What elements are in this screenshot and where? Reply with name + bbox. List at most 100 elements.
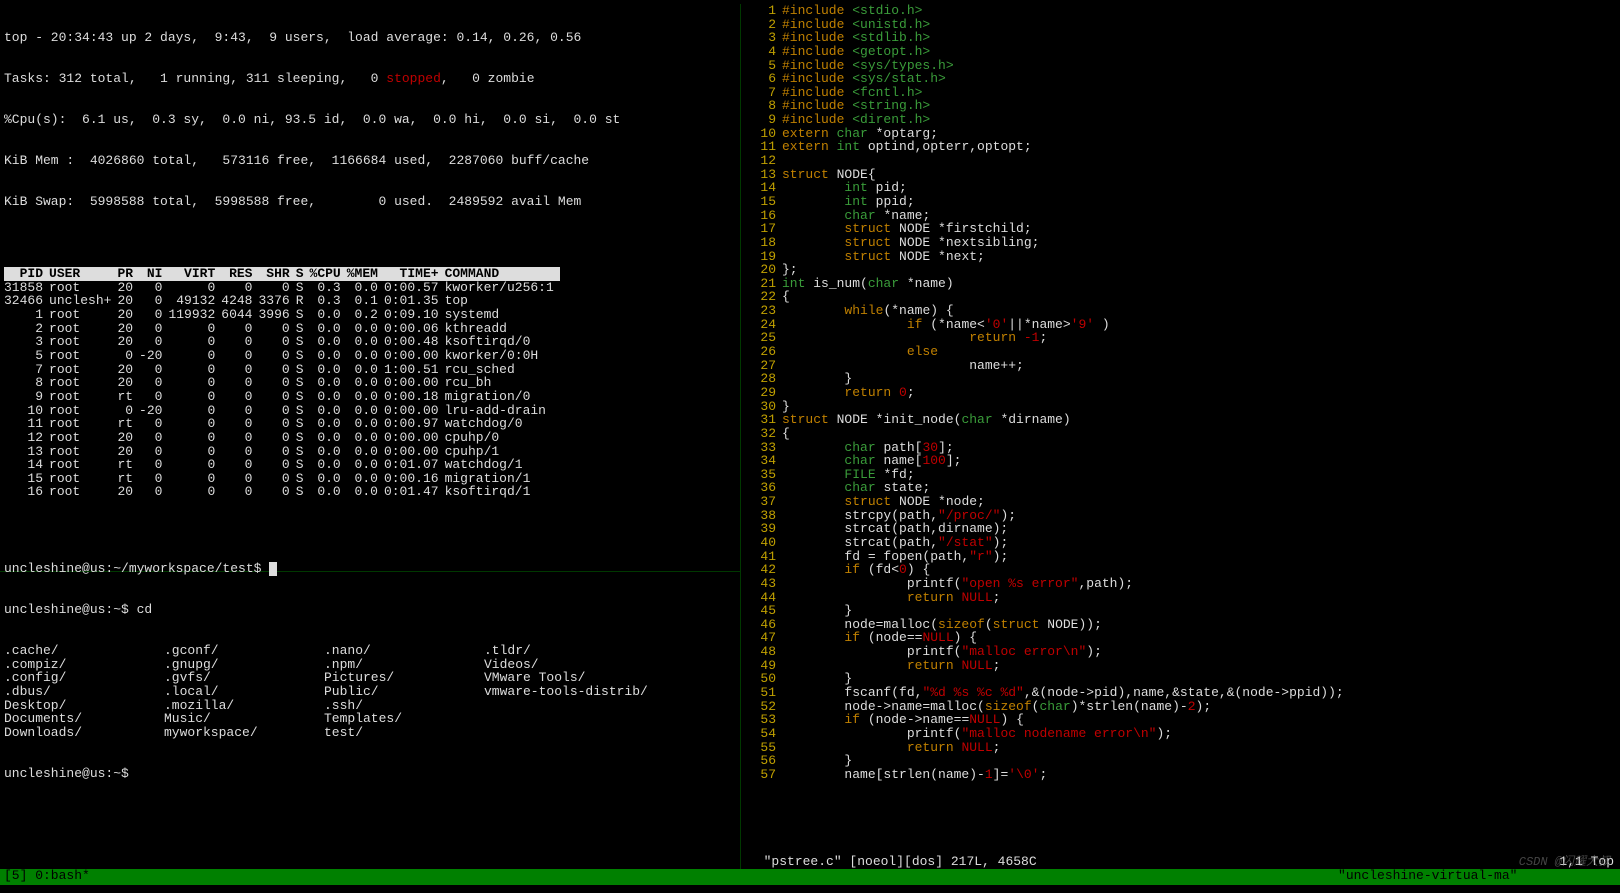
line-number: 5 xyxy=(748,59,776,73)
top-summary-line: KiB Mem : 4026860 total, 573116 free, 11… xyxy=(4,154,740,168)
code-line: 44 return NULL; xyxy=(748,591,1616,605)
line-number: 2 xyxy=(748,18,776,32)
code-line: 25 return -1; xyxy=(748,331,1616,345)
dir-entry: .nano/ xyxy=(324,644,484,658)
top-process-row: 3root200000S0.00.00:00.48ksoftirqd/0 xyxy=(4,335,560,349)
code-line: 13struct NODE{ xyxy=(748,168,1616,182)
line-number: 22 xyxy=(748,290,776,304)
line-number: 26 xyxy=(748,345,776,359)
line-number: 13 xyxy=(748,168,776,182)
line-number: 34 xyxy=(748,454,776,468)
code-line: 32{ xyxy=(748,427,1616,441)
top-process-row: 7root200000S0.00.01:00.51rcu_sched xyxy=(4,363,560,377)
dir-entry: Music/ xyxy=(164,712,324,726)
pane-shell[interactable]: uncleshine@us:~$ cd .cache/.gconf/.nano/… xyxy=(4,576,740,794)
code-line: 20}; xyxy=(748,263,1616,277)
code-line: 41 fd = fopen(path,"r"); xyxy=(748,550,1616,564)
code-line: 7#include <fcntl.h> xyxy=(748,86,1616,100)
line-number: 21 xyxy=(748,277,776,291)
code-line: 5#include <sys/types.h> xyxy=(748,59,1616,73)
line-number: 50 xyxy=(748,672,776,686)
code-line: 54 printf("malloc nodename error\n"); xyxy=(748,727,1616,741)
dir-entry: Pictures/ xyxy=(324,671,484,685)
top-process-row: 32466unclesh+2004913242483376R0.30.10:01… xyxy=(4,294,560,308)
line-number: 28 xyxy=(748,372,776,386)
dir-entry: .gvfs/ xyxy=(164,671,324,685)
code-line: 47 if (node==NULL) { xyxy=(748,631,1616,645)
line-number: 57 xyxy=(748,768,776,782)
line-number: 49 xyxy=(748,659,776,673)
code-line: 46 node=malloc(sizeof(struct NODE)); xyxy=(748,618,1616,632)
shell-prompt[interactable]: uncleshine@us:~/myworkspace/test$ xyxy=(4,562,740,576)
line-number: 48 xyxy=(748,645,776,659)
top-process-row: 13root200000S0.00.00:00.00cpuhp/1 xyxy=(4,445,560,459)
vim-status-line: "pstree.c" [noeol][dos] 217L, 4658C xyxy=(748,842,1616,869)
code-line: 37 struct NODE *node; xyxy=(748,495,1616,509)
code-line: 55 return NULL; xyxy=(748,741,1616,755)
line-number: 35 xyxy=(748,468,776,482)
pane-vim-editor[interactable]: 1#include <stdio.h>2#include <unistd.h>3… xyxy=(748,4,1616,782)
line-number: 1 xyxy=(748,4,776,18)
top-summary-line: Tasks: 312 total, 1 running, 311 sleepin… xyxy=(4,72,740,86)
code-line: 15 int ppid; xyxy=(748,195,1616,209)
code-line: 40 strcat(path,"/stat"); xyxy=(748,536,1616,550)
top-summary-line: top - 20:34:43 up 2 days, 9:43, 9 users,… xyxy=(4,31,740,45)
dir-entry: test/ xyxy=(324,726,484,740)
dir-entry: .mozilla/ xyxy=(164,699,324,713)
line-number: 47 xyxy=(748,631,776,645)
top-process-row: 14rootrt0000S0.00.00:01.07watchdog/1 xyxy=(4,458,560,472)
line-number: 20 xyxy=(748,263,776,277)
top-process-table: PIDUSERPRNIVIRTRESSHRS%CPU%MEMTIME+COMMA… xyxy=(4,267,560,499)
code-line: 36 char state; xyxy=(748,481,1616,495)
code-line: 30} xyxy=(748,400,1616,414)
top-process-row: 16root200000S0.00.00:01.47ksoftirqd/1 xyxy=(4,485,560,499)
top-process-row: 8root200000S0.00.00:00.00rcu_bh xyxy=(4,376,560,390)
shell-prompt[interactable]: uncleshine@us:~$ xyxy=(4,767,740,781)
top-summary-line: %Cpu(s): 6.1 us, 0.3 sy, 0.0 ni, 93.5 id… xyxy=(4,113,740,127)
code-line: 31struct NODE *init_node(char *dirname) xyxy=(748,413,1616,427)
top-header-row: PIDUSERPRNIVIRTRESSHRS%CPU%MEMTIME+COMMA… xyxy=(4,267,560,281)
top-col-time+: TIME+ xyxy=(384,267,445,281)
directory-listing: .cache/.gconf/.nano/.tldr/.compiz/.gnupg… xyxy=(4,644,740,739)
watermark: CSDN @闪耀大叔 xyxy=(1519,856,1610,869)
code-line: 12 xyxy=(748,154,1616,168)
code-line: 48 printf("malloc error\n"); xyxy=(748,645,1616,659)
top-col-s: S xyxy=(296,267,310,281)
line-number: 37 xyxy=(748,495,776,509)
line-number: 44 xyxy=(748,591,776,605)
code-line: 52 node->name=malloc(sizeof(char)*strlen… xyxy=(748,700,1616,714)
line-number: 38 xyxy=(748,509,776,523)
cursor xyxy=(269,562,277,576)
code-line: 43 printf("open %s error",path); xyxy=(748,577,1616,591)
code-line: 29 return 0; xyxy=(748,386,1616,400)
code-line: 23 while(*name) { xyxy=(748,304,1616,318)
line-number: 18 xyxy=(748,236,776,250)
line-number: 17 xyxy=(748,222,776,236)
dir-entry: Public/ xyxy=(324,685,484,699)
line-number: 46 xyxy=(748,618,776,632)
shell-line: uncleshine@us:~$ cd xyxy=(4,603,740,617)
code-line: 18 struct NODE *nextsibling; xyxy=(748,236,1616,250)
code-line: 53 if (node->name==NULL) { xyxy=(748,713,1616,727)
dir-entry: .npm/ xyxy=(324,658,484,672)
code-line: 2#include <unistd.h> xyxy=(748,18,1616,32)
top-col-%cpu: %CPU xyxy=(310,267,347,281)
code-line: 51 fscanf(fd,"%d %s %c %d",&(node->pid),… xyxy=(748,686,1616,700)
code-line: 57 name[strlen(name)-1]='\0'; xyxy=(748,768,1616,782)
tmux-statusbar[interactable]: [5] 0:bash* "uncleshine-virtual-ma" xyxy=(0,869,1620,885)
line-number: 23 xyxy=(748,304,776,318)
dir-entry: Templates/ xyxy=(324,712,484,726)
top-col-user: USER xyxy=(49,267,117,281)
dir-entry: Videos/ xyxy=(484,658,644,672)
code-line: 33 char path[30]; xyxy=(748,441,1616,455)
code-line: 9#include <dirent.h> xyxy=(748,113,1616,127)
code-line: 14 int pid; xyxy=(748,181,1616,195)
code-line: 45 } xyxy=(748,604,1616,618)
line-number: 19 xyxy=(748,250,776,264)
line-number: 54 xyxy=(748,727,776,741)
top-col-pr: PR xyxy=(117,267,139,281)
code-line: 21int is_num(char *name) xyxy=(748,277,1616,291)
dir-entry: Desktop/ xyxy=(4,699,164,713)
line-number: 16 xyxy=(748,209,776,223)
line-number: 53 xyxy=(748,713,776,727)
